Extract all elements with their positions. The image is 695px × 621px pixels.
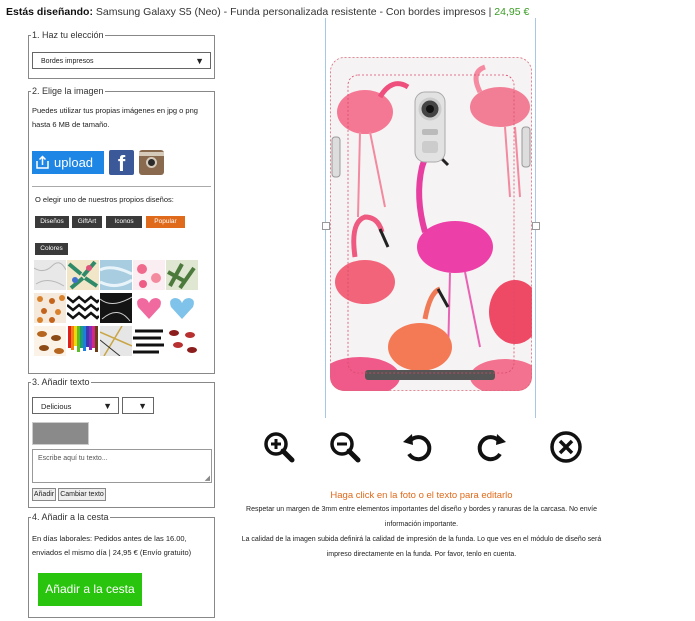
zoom-out-icon[interactable]	[328, 430, 362, 464]
design-thumb-dogs[interactable]	[34, 326, 66, 356]
design-thumb-lips[interactable]	[166, 326, 198, 356]
design-thumb-black-marble[interactable]	[100, 293, 132, 323]
design-thumb-black-stripes[interactable]	[133, 326, 165, 356]
design-thumb-tropical-leaves[interactable]	[67, 260, 99, 290]
rotate-left-icon[interactable]	[401, 430, 435, 464]
text-input-placeholder: Escribe aquí tu texto...	[38, 455, 108, 462]
design-thumb-color-pencils[interactable]	[67, 326, 99, 356]
upload-icon	[36, 155, 49, 169]
text-color-swatch[interactable]	[32, 422, 89, 445]
quality-note-line1: La calidad de la imagen subida definirá …	[241, 536, 602, 543]
design-thumb-blue-heart[interactable]	[166, 293, 198, 323]
tag-giftart[interactable]: GiftArt	[72, 216, 102, 228]
product-price: 24,95 €	[494, 6, 530, 18]
tag-colores[interactable]: Colores	[35, 243, 68, 255]
phone-case-preview[interactable]	[330, 57, 532, 391]
step-choice-panel: 1. Haz tu elección Bordes impresos ▼	[28, 31, 215, 79]
resize-handle-left[interactable]	[322, 222, 330, 230]
case-type-select[interactable]: Bordes impresos ▼	[32, 52, 211, 69]
design-thumb-pink-heart[interactable]	[133, 293, 165, 323]
margin-note-line2: información importante.	[384, 521, 459, 528]
remove-icon[interactable]	[549, 430, 583, 464]
upload-intro-text: Puedes utilizar tus propias imágenes en …	[32, 106, 198, 129]
font-select[interactable]: Delicious ▼	[32, 397, 119, 414]
font-size-select[interactable]: ▼	[122, 397, 154, 414]
chevron-down-icon: ▼	[138, 401, 147, 411]
chevron-down-icon: ▼	[103, 401, 112, 411]
font-value: Delicious	[41, 402, 72, 411]
design-thumb-zigzag[interactable]	[67, 293, 99, 323]
upload-label: upload	[54, 155, 94, 170]
step-cart-legend: 4. Añadir a la cesta	[32, 512, 109, 522]
facebook-letter: f	[117, 151, 126, 175]
design-thumb-flamingos[interactable]	[133, 260, 165, 290]
instagram-icon[interactable]	[139, 150, 164, 175]
edit-hint: Haga click en la foto o el texto para ed…	[330, 490, 513, 501]
tag-popular[interactable]: Popular	[146, 216, 185, 228]
step-image-legend: 2. Elige la imagen	[32, 86, 104, 96]
step-text-legend: 3. Añadir texto	[32, 377, 90, 387]
rotate-right-icon[interactable]	[474, 430, 508, 464]
header-label: Estás diseñando:	[6, 6, 93, 18]
resize-handle-icon[interactable]: ◢	[205, 474, 210, 482]
shipping-info: En días laborales: Pedidos antes de las …	[32, 534, 192, 557]
guide-line-right	[535, 18, 536, 418]
resize-handle-right[interactable]	[532, 222, 540, 230]
change-text-button[interactable]: Cambiar texto	[58, 488, 106, 501]
step-text-panel: 3. Añadir texto Delicious ▼ ▼ Escribe aq…	[28, 378, 215, 508]
margin-note-line1: Respetar un margen de 3mm entre elemento…	[246, 506, 597, 513]
guide-line-left	[325, 18, 326, 418]
add-to-cart-button[interactable]: Añadir a la cesta	[38, 573, 142, 606]
upload-button[interactable]: upload	[32, 151, 104, 174]
divider	[32, 186, 211, 187]
design-thumb-marble[interactable]	[34, 260, 66, 290]
designs-intro-text: O elegir uno de nuestros propios diseños…	[35, 195, 174, 204]
tag-disenos[interactable]: Diseños	[35, 216, 69, 228]
design-thumb-gold-marble[interactable]	[100, 326, 132, 356]
step-image-panel: 2. Elige la imagen Puedes utilizar tus p…	[28, 87, 215, 374]
product-name: Samsung Galaxy S5 (Neo) - Funda personal…	[95, 6, 492, 18]
chevron-down-icon: ▼	[195, 56, 204, 66]
design-thumb-blue-marble[interactable]	[100, 260, 132, 290]
tag-iconos[interactable]: Iconos	[106, 216, 142, 228]
facebook-icon[interactable]: f	[109, 150, 134, 175]
add-text-button[interactable]: Añadir	[32, 488, 56, 501]
step-choice-legend: 1. Haz tu elección	[32, 30, 104, 40]
page-header: Estás diseñando: Samsung Galaxy S5 (Neo)…	[6, 6, 529, 18]
text-input[interactable]: Escribe aquí tu texto... ◢	[32, 449, 212, 483]
zoom-in-icon[interactable]	[262, 430, 296, 464]
quality-note-line2: impreso directamente en la funda. Por fa…	[326, 551, 517, 558]
step-cart-panel: 4. Añadir a la cesta En días laborales: …	[28, 513, 215, 618]
case-type-value: Bordes impresos	[41, 58, 94, 65]
design-thumb-orange-pattern[interactable]	[34, 293, 66, 323]
design-thumb-palm-leaves[interactable]	[166, 260, 198, 290]
